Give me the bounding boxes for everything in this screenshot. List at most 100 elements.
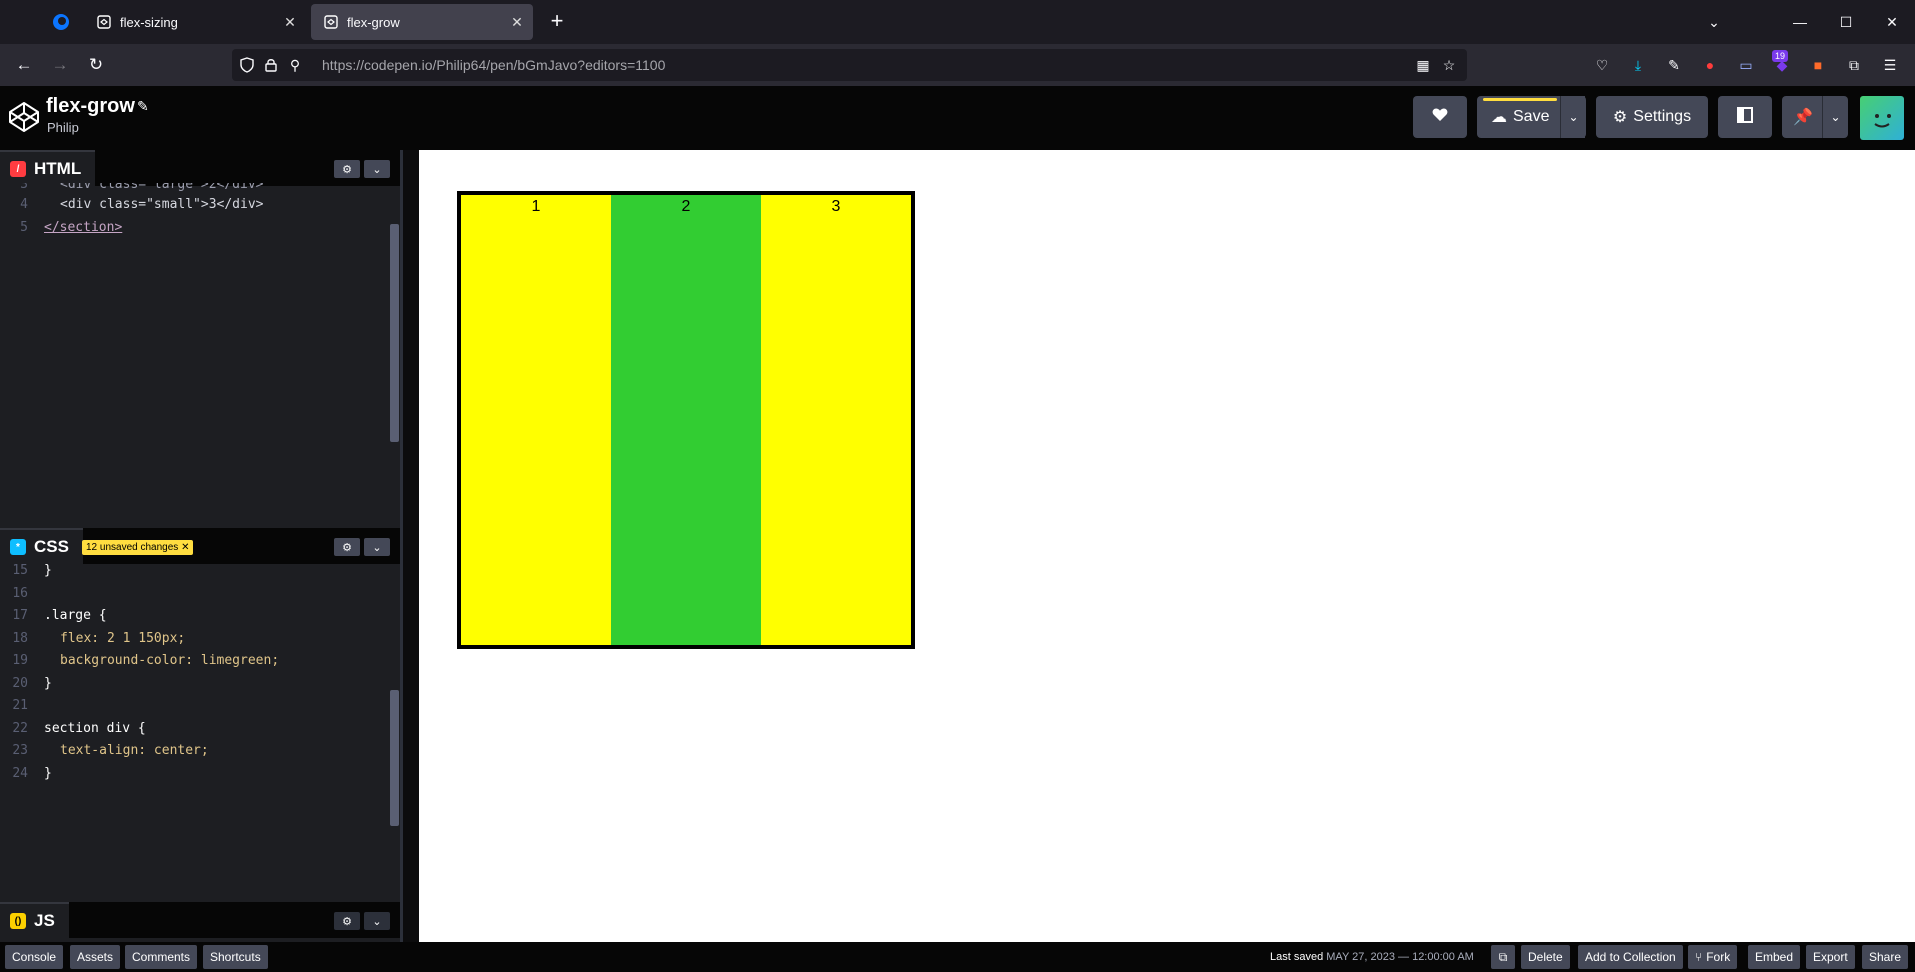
- fork-label: Fork: [1706, 950, 1731, 964]
- console-button[interactable]: Console: [5, 945, 64, 969]
- url-text[interactable]: https://codepen.io/Philip64/pen/bGmJavo?…: [322, 57, 665, 73]
- html-code-area[interactable]: 3 <div class="large">2</div> 4 <div class=…: [0, 183, 390, 239]
- browser-nav-bar: ← → ↻ ⚲ https://codepen.io/Philip64/pen/…: [0, 44, 1915, 86]
- code-text: text-align: center;: [60, 743, 209, 758]
- code-text: }: [44, 765, 52, 781]
- flex-item-3: 3: [761, 195, 911, 645]
- share-button[interactable]: Share: [1862, 945, 1909, 969]
- css-code-area[interactable]: 15} 16 17 .large { 18 flex: 2 1 150px; 19 b…: [0, 560, 390, 785]
- js-settings-gear-icon[interactable]: ⚙: [334, 912, 360, 930]
- css-icon: *: [10, 539, 26, 555]
- css-editor-header: * CSS 12 unsaved changes ✕ ⚙ ⌄: [0, 528, 400, 564]
- close-tab-icon[interactable]: ✕: [509, 14, 525, 30]
- change-view-button[interactable]: [1718, 96, 1772, 138]
- css-editor-tab[interactable]: * CSS: [0, 528, 83, 564]
- embed-button[interactable]: Embed: [1748, 945, 1801, 969]
- pocket-icon[interactable]: ♡: [1590, 53, 1614, 77]
- edit-title-pencil-icon[interactable]: ✎: [137, 98, 149, 115]
- css-collapse-chevron-icon[interactable]: ⌄: [364, 538, 390, 556]
- save-options-dropdown[interactable]: ⌄: [1560, 96, 1586, 138]
- code-line: 19 background-color: limegreen;: [0, 650, 390, 673]
- code-text: section div {: [44, 720, 146, 736]
- codepen-logo-icon[interactable]: [8, 101, 40, 133]
- unsaved-changes-badge[interactable]: 12 unsaved changes ✕: [82, 540, 194, 555]
- record-extension-icon[interactable]: ●: [1698, 53, 1722, 77]
- bookmark-star-icon[interactable]: ☆: [1440, 56, 1458, 74]
- css-settings-gear-icon[interactable]: ⚙: [334, 538, 360, 556]
- avatar[interactable]: [1860, 96, 1904, 140]
- line-number: 18: [12, 630, 28, 646]
- flex-container: 1 2 3: [457, 191, 915, 649]
- url-bar[interactable]: ⚲ https://codepen.io/Philip64/pen/bGmJav…: [232, 49, 1467, 81]
- code-line: 24}: [0, 763, 390, 786]
- codepen-footer: Console Assets Comments Shortcuts Last s…: [0, 942, 1915, 972]
- code-line: 18 flex: 2 1 150px;: [0, 628, 390, 651]
- tab-flex-grow[interactable]: flex-grow ✕: [311, 4, 533, 40]
- line-number: 23: [12, 743, 28, 758]
- js-collapse-chevron-icon[interactable]: ⌄: [364, 912, 390, 930]
- menu-icon[interactable]: ☰: [1878, 53, 1902, 77]
- code-text: background-color: limegreen;: [60, 653, 280, 668]
- settings-label: Settings: [1633, 108, 1692, 125]
- maximize-window-icon[interactable]: ☐: [1823, 0, 1869, 44]
- html-icon: /: [10, 161, 26, 177]
- gear-icon: ⚙: [1612, 109, 1628, 126]
- js-editor-tab[interactable]: () JS: [0, 902, 69, 938]
- html-editor-label: HTML: [34, 159, 82, 178]
- close-icon[interactable]: ✕: [181, 542, 189, 553]
- url-host: https://codepen.io: [322, 57, 433, 73]
- pen-title[interactable]: flex-grow: [46, 95, 135, 118]
- chevron-down-icon: ⌄: [1568, 110, 1579, 124]
- author-name[interactable]: Philip: [47, 120, 79, 135]
- lock-icon[interactable]: [262, 56, 280, 74]
- line-number: 16: [12, 585, 28, 601]
- delete-button[interactable]: Delete: [1521, 945, 1570, 969]
- code-line: 20}: [0, 673, 390, 696]
- heart-icon: [1432, 108, 1448, 127]
- css-scrollbar[interactable]: [390, 690, 399, 826]
- html-settings-gear-icon[interactable]: ⚙: [334, 160, 360, 178]
- assets-button[interactable]: Assets: [70, 945, 121, 969]
- reload-icon[interactable]: ↻: [84, 53, 108, 77]
- last-saved-label: Last saved: [1270, 951, 1324, 963]
- code-line: 15}: [0, 560, 390, 583]
- codepen-favicon-icon: [96, 14, 112, 30]
- comments-button[interactable]: Comments: [125, 945, 198, 969]
- back-arrow-icon[interactable]: ←: [12, 53, 36, 77]
- downloads-icon[interactable]: ⤓: [1626, 53, 1650, 77]
- html-collapse-chevron-icon[interactable]: ⌄: [364, 160, 390, 178]
- forward-arrow-icon[interactable]: →: [48, 53, 72, 77]
- qr-code-icon[interactable]: ▦: [1414, 56, 1432, 74]
- pin-options-dropdown[interactable]: ⌄: [1822, 96, 1848, 138]
- open-external-icon[interactable]: ⧉: [1491, 945, 1515, 969]
- close-window-icon[interactable]: ✕: [1869, 0, 1915, 44]
- pin-button[interactable]: 📌: [1782, 96, 1824, 138]
- html-editor-header: / HTML ⚙ ⌄: [0, 150, 400, 186]
- css-editor-label: CSS: [34, 537, 69, 556]
- screenshot-extension-icon[interactable]: ▭: [1734, 53, 1758, 77]
- extension-orange-icon[interactable]: ■: [1806, 53, 1830, 77]
- close-tab-icon[interactable]: ✕: [282, 14, 298, 30]
- html-editor-tab[interactable]: / HTML: [0, 150, 96, 186]
- wrench-icon[interactable]: ✎: [1662, 53, 1686, 77]
- unsaved-changes-text: 12 unsaved changes: [86, 542, 179, 553]
- permissions-icon[interactable]: ⚲: [286, 56, 304, 74]
- firefox-view-icon[interactable]: [46, 11, 76, 33]
- html-scrollbar[interactable]: [390, 224, 399, 442]
- minimize-window-icon[interactable]: —: [1777, 0, 1823, 44]
- preview-pane[interactable]: 1 2 3: [419, 150, 1915, 942]
- like-button[interactable]: [1413, 96, 1467, 138]
- list-all-tabs-icon[interactable]: ⌄: [1691, 0, 1737, 44]
- shortcuts-button[interactable]: Shortcuts: [203, 945, 268, 969]
- shield-icon[interactable]: [238, 56, 256, 74]
- extensions-puzzle-icon[interactable]: ⧉: [1842, 53, 1866, 77]
- fork-button[interactable]: ⑂ Fork: [1688, 945, 1738, 969]
- code-text: <div class="large">2</div>: [60, 183, 264, 192]
- code-text: flex: 2 1 150px;: [60, 630, 186, 646]
- settings-button[interactable]: ⚙ Settings: [1596, 96, 1708, 138]
- export-button[interactable]: Export: [1806, 945, 1855, 969]
- add-to-collection-button[interactable]: Add to Collection: [1578, 945, 1683, 969]
- line-number: 19: [12, 653, 28, 668]
- new-tab-button[interactable]: +: [545, 9, 569, 33]
- tab-flex-sizing[interactable]: flex-sizing ✕: [84, 4, 306, 40]
